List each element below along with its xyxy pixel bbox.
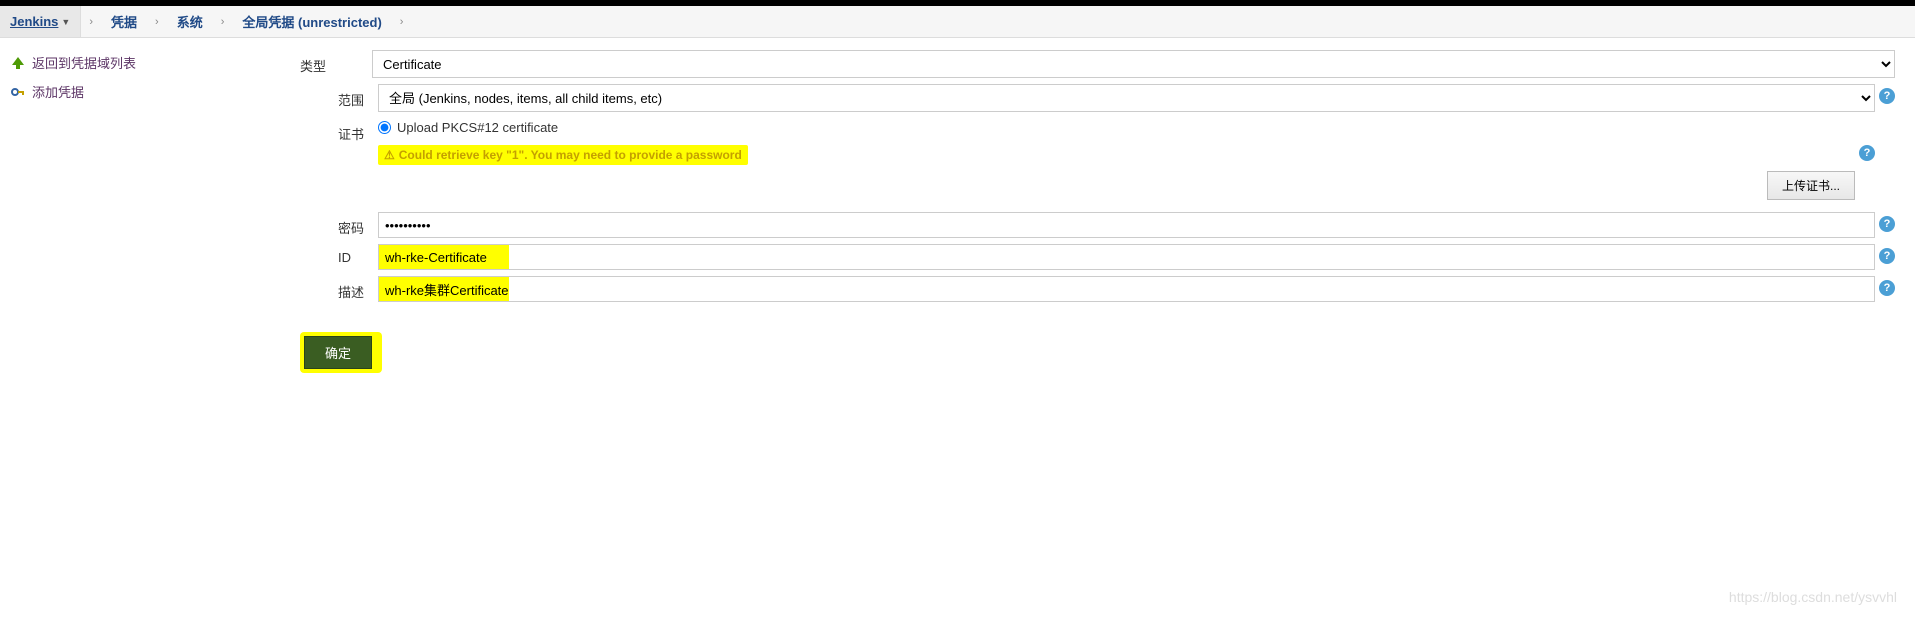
breadcrumb-item-credentials[interactable]: 凭据: [101, 6, 147, 37]
breadcrumb-separator: ›: [392, 16, 412, 28]
warning-message: ⚠ Could retrieve key "1". You may need to…: [378, 145, 748, 165]
breadcrumb-item-jenkins[interactable]: Jenkins ▼: [0, 6, 81, 37]
warning-icon: ⚠: [384, 148, 395, 162]
label-desc: 描述: [338, 276, 378, 301]
watermark: https://blog.csdn.net/ysvvhl: [1729, 589, 1897, 605]
breadcrumb-item-system[interactable]: 系统: [167, 6, 213, 37]
sidebar-item-back[interactable]: 返回到凭据域列表: [10, 50, 290, 75]
label-id: ID: [338, 244, 378, 265]
submit-button[interactable]: 确定: [304, 336, 372, 369]
label-type: 类型: [300, 50, 372, 75]
breadcrumb-link-system[interactable]: 系统: [177, 12, 203, 31]
key-icon: [10, 84, 26, 100]
row-password: 密码 ?: [338, 212, 1895, 238]
row-scope: 范围 全局 (Jenkins, nodes, items, all child …: [338, 84, 1895, 112]
breadcrumb-link-credentials[interactable]: 凭据: [111, 12, 137, 31]
breadcrumb: Jenkins ▼ › 凭据 › 系统 › 全局凭据 (unrestricted…: [0, 6, 1915, 38]
radio-upload-input[interactable]: [378, 121, 391, 134]
breadcrumb-separator: ›: [213, 16, 233, 28]
row-desc: 描述 ?: [338, 276, 1895, 302]
radio-upload-label: Upload PKCS#12 certificate: [397, 120, 558, 135]
chevron-down-icon[interactable]: ▼: [61, 17, 70, 27]
label-password: 密码: [338, 212, 378, 237]
row-id: ID ?: [338, 244, 1895, 270]
select-type[interactable]: Certificate: [372, 50, 1895, 78]
arrow-up-icon: [10, 55, 26, 71]
sidebar-add-link[interactable]: 添加凭据: [32, 82, 84, 101]
breadcrumb-item-global[interactable]: 全局凭据 (unrestricted): [232, 6, 391, 37]
warning-text: Could retrieve key "1". You may need to …: [399, 148, 742, 162]
side-panel: 返回到凭据域列表 添加凭据: [0, 38, 300, 385]
help-icon[interactable]: ?: [1879, 280, 1895, 296]
sidebar-back-link[interactable]: 返回到凭据域列表: [32, 53, 136, 72]
help-icon[interactable]: ?: [1859, 145, 1875, 161]
upload-cert-button[interactable]: 上传证书...: [1767, 171, 1855, 200]
password-input[interactable]: [378, 212, 1875, 238]
label-cert: 证书: [338, 118, 378, 143]
radio-upload-pkcs12[interactable]: Upload PKCS#12 certificate: [378, 118, 1875, 137]
breadcrumb-separator: ›: [147, 16, 167, 28]
help-icon[interactable]: ?: [1879, 216, 1895, 232]
select-scope[interactable]: 全局 (Jenkins, nodes, items, all child ite…: [378, 84, 1875, 112]
sidebar-item-add[interactable]: 添加凭据: [10, 79, 290, 104]
help-icon[interactable]: ?: [1879, 248, 1895, 264]
desc-input[interactable]: [378, 276, 1875, 302]
label-scope: 范围: [338, 84, 378, 109]
row-type: 类型 Certificate: [300, 50, 1895, 78]
row-cert: 证书 Upload PKCS#12 certificate ⚠ Could ret…: [338, 118, 1895, 206]
help-icon[interactable]: ?: [1879, 88, 1895, 104]
breadcrumb-separator: ›: [81, 16, 101, 28]
main-content: 类型 Certificate 范围 全局 (Jenkins, nodes, it…: [300, 38, 1915, 385]
breadcrumb-link-jenkins[interactable]: Jenkins: [10, 14, 58, 29]
submit-row: 确定: [300, 332, 1895, 373]
id-input[interactable]: [378, 244, 1875, 270]
breadcrumb-link-global[interactable]: 全局凭据 (unrestricted): [242, 12, 381, 31]
